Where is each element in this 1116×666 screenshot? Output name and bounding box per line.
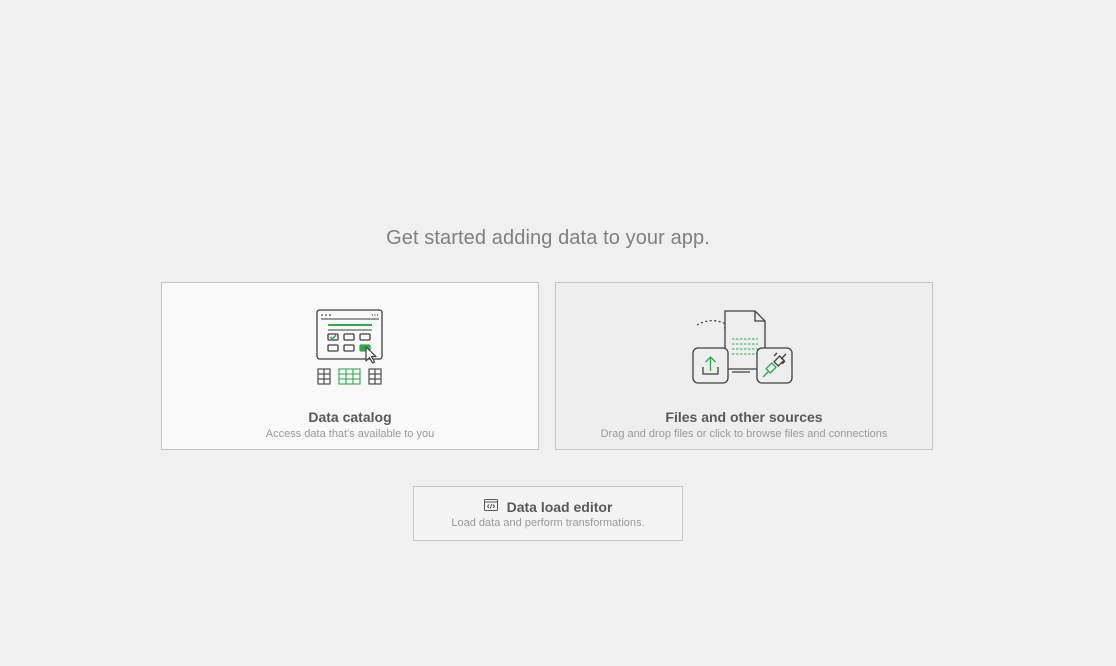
files-sources-card[interactable]: Files and other sources Drag and drop fi… [555, 282, 933, 450]
data-catalog-icon [162, 309, 538, 389]
data-load-editor-description: Load data and perform transformations. [451, 517, 645, 529]
data-catalog-card[interactable]: Data catalog Access data that's availabl… [161, 282, 539, 450]
page-headline: Get started adding data to your app. [386, 227, 710, 249]
add-data-page: Get started adding data to your app. Dat… [0, 0, 1116, 666]
editor-title-row: Data load editor [414, 498, 682, 516]
data-load-editor-button[interactable]: Data load editor Load data and perform t… [413, 486, 683, 541]
data-load-editor-title: Data load editor [506, 499, 613, 515]
data-catalog-title: Data catalog [308, 409, 392, 425]
data-catalog-description: Access data that's available to you [265, 428, 435, 440]
files-sources-title: Files and other sources [665, 409, 823, 425]
files-sources-icon [556, 309, 932, 389]
files-sources-description: Drag and drop files or click to browse f… [600, 428, 888, 440]
script-editor-icon [483, 498, 498, 516]
